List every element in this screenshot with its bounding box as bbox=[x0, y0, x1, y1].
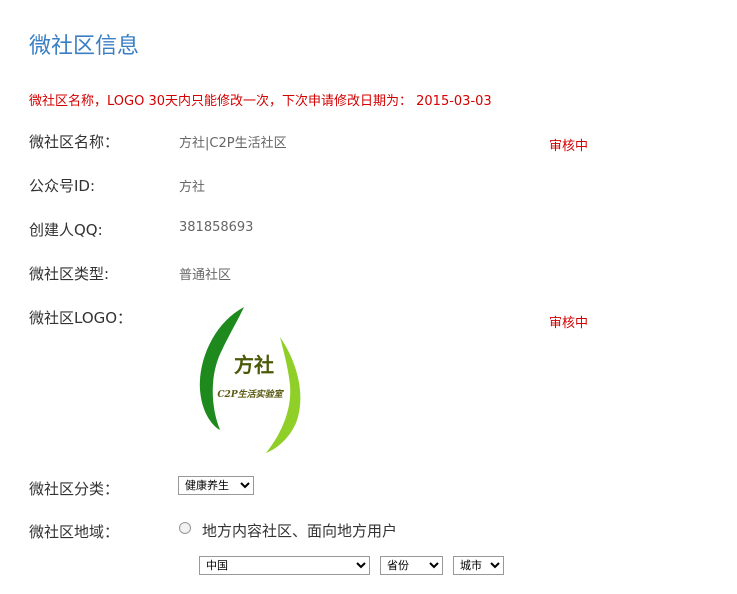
logo-main-text: 方社 bbox=[234, 353, 274, 377]
account-id-value: 方社 bbox=[179, 180, 206, 195]
community-type-label: 微社区类型: bbox=[29, 265, 110, 283]
community-name-label: 微社区名称： bbox=[29, 133, 120, 151]
community-logo-status: 审核中 bbox=[549, 316, 589, 331]
modification-notice: 微社区名称，LOGO 30天内只能修改一次，下次申请修改日期为： 2015-03… bbox=[29, 94, 492, 109]
creator-qq-label: 创建人QQ: bbox=[29, 221, 103, 239]
creator-qq-value: 381858693 bbox=[179, 220, 254, 235]
local-community-radio-label: 地方内容社区、面向地方用户 bbox=[202, 522, 398, 540]
province-select[interactable]: 省份 bbox=[380, 556, 443, 575]
community-logo-label: 微社区LOGO： bbox=[29, 309, 133, 327]
community-name-value: 方社|C2P生活社区 bbox=[179, 136, 287, 151]
country-select[interactable]: 中国 bbox=[199, 556, 370, 575]
community-region-label: 微社区地域： bbox=[29, 523, 120, 541]
local-community-radio[interactable] bbox=[179, 522, 191, 534]
city-select[interactable]: 城市 bbox=[453, 556, 504, 575]
category-select[interactable]: 健康养生 bbox=[178, 476, 254, 495]
community-logo-image: 方社 C2P生活实验室 bbox=[199, 307, 301, 453]
community-name-status: 审核中 bbox=[549, 139, 589, 154]
community-type-value: 普通社区 bbox=[179, 268, 232, 283]
logo-sub-text: C2P生活实验室 bbox=[217, 389, 284, 400]
community-category-label: 微社区分类： bbox=[29, 480, 120, 498]
account-id-label: 公众号ID: bbox=[29, 177, 96, 195]
page-title: 微社区信息 bbox=[29, 34, 140, 59]
